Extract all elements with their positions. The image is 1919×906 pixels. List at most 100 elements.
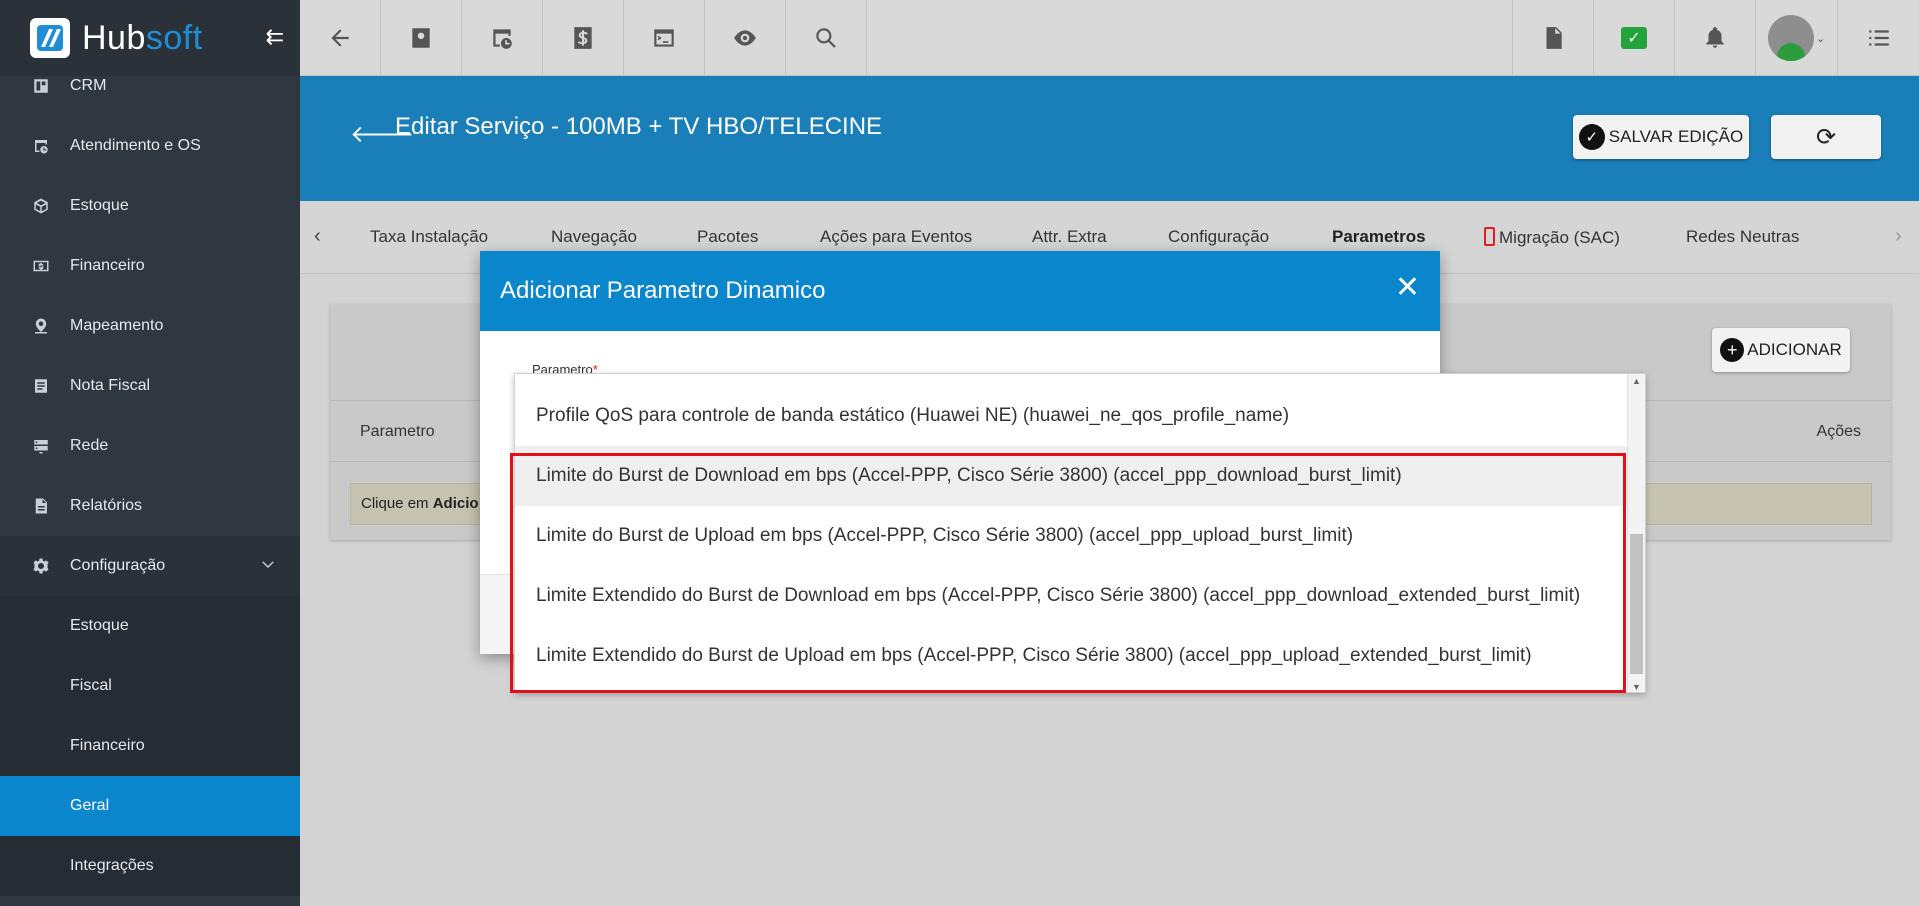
- box-icon: [30, 195, 52, 217]
- bell-icon: [1706, 27, 1724, 48]
- back-button[interactable]: [300, 0, 381, 76]
- tasks-button[interactable]: ✓: [1594, 0, 1675, 76]
- sidebar-item-label: Integrações: [70, 857, 154, 874]
- tab-attr-extra[interactable]: Attr. Extra: [1032, 227, 1107, 247]
- contacts-button[interactable]: [381, 0, 462, 76]
- dollar-icon: [574, 27, 592, 49]
- toolbar-spacer: [867, 0, 1513, 75]
- add-button[interactable]: + ADICIONAR: [1712, 328, 1850, 372]
- sidebar-item-label: Mapeamento: [70, 317, 164, 334]
- sidebar-item-rede[interactable]: Rede: [0, 416, 300, 476]
- menu-list-button[interactable]: [1838, 0, 1919, 76]
- sidebar-item-label: CRM: [70, 77, 107, 94]
- sidebar-item-estoque[interactable]: Estoque: [0, 176, 300, 236]
- search-button[interactable]: [786, 0, 867, 76]
- save-button[interactable]: ✓ SALVAR EDIÇÃO: [1573, 115, 1749, 159]
- column-header-parametro: Parametro: [360, 423, 435, 440]
- sidebar-item-label: Financeiro: [70, 257, 145, 274]
- page-title: Editar Serviço - 100MB + TV HBO/TELECINE: [395, 113, 883, 140]
- dropdown-option[interactable]: Limite Extendido do Burst de Download em…: [515, 566, 1628, 626]
- pdf-icon: [1546, 27, 1562, 49]
- calendar-clock-icon: [30, 135, 52, 157]
- sidebar-item-label: Fiscal: [70, 677, 112, 694]
- tab-configuracao[interactable]: Configuração: [1168, 227, 1269, 247]
- sidebar-item-label: Rede: [70, 437, 109, 454]
- sidebar-item-label: Geral: [70, 797, 110, 814]
- sidebar-item-label: Relatórios: [70, 497, 143, 514]
- dropdown-scrollbar[interactable]: ▲ ▼: [1627, 374, 1645, 692]
- tab-pacotes[interactable]: Pacotes: [697, 227, 758, 247]
- finance-button[interactable]: [543, 0, 624, 76]
- sidebar-item-atendimento[interactable]: Atendimento e OS: [0, 116, 300, 176]
- top-toolbar: ✓ ⌄: [300, 0, 1919, 76]
- gear-icon: [30, 555, 52, 577]
- chevron-left-icon[interactable]: ‹: [314, 225, 321, 248]
- dropdown-option[interactable]: Limite Extendido do Burst de Upload em b…: [515, 626, 1628, 686]
- sidebar-item-nota-fiscal[interactable]: Nota Fiscal: [0, 356, 300, 416]
- sidebar-item-label: Financeiro: [70, 737, 145, 754]
- sidebar-item-crm[interactable]: CRM: [0, 56, 300, 116]
- tab-navegacao[interactable]: Navegação: [551, 227, 637, 247]
- tab-migracao-sac[interactable]: Migração (SAC): [1484, 227, 1620, 248]
- scroll-down-icon[interactable]: ▼: [1632, 682, 1641, 692]
- view-button[interactable]: [705, 0, 786, 76]
- tab-acoes-eventos[interactable]: Ações para Eventos: [820, 227, 972, 247]
- check-circle-icon: ✓: [1578, 124, 1605, 150]
- plus-circle-icon: +: [1720, 338, 1745, 362]
- save-button-label: SALVAR EDIÇÃO: [1608, 127, 1744, 146]
- tab-label: Migração (SAC): [1499, 228, 1620, 247]
- sidebar-subitem-geral[interactable]: Geral: [0, 776, 300, 836]
- collapse-sidebar-icon[interactable]: ⇇: [266, 24, 284, 50]
- server-icon: [30, 435, 52, 457]
- modal-header: Adicionar Parametro Dinamico ✕: [480, 251, 1440, 331]
- sidebar-item-label: Estoque: [70, 617, 129, 634]
- search-icon: [816, 28, 836, 48]
- user-menu-button[interactable]: ⌄: [1756, 0, 1838, 76]
- sidebar-item-mapeamento[interactable]: Mapeamento: [0, 296, 300, 356]
- receipt-icon: [30, 375, 52, 397]
- contact-card-icon: [412, 28, 430, 48]
- tab-redes-neutras[interactable]: Redes Neutras: [1686, 227, 1799, 247]
- scroll-up-icon[interactable]: ▲: [1632, 376, 1641, 386]
- pdf-button[interactable]: [1513, 0, 1594, 76]
- chevron-down-icon: ⌄: [1815, 32, 1826, 45]
- sidebar-item-label: Atendimento e OS: [70, 137, 201, 154]
- terminal-button[interactable]: [624, 0, 705, 76]
- page-header: 🡐 Editar Serviço - 100MB + TV HBO/TELECI…: [300, 76, 1919, 201]
- tab-parametros[interactable]: Parametros: [1332, 227, 1426, 247]
- map-pin-icon: [30, 315, 52, 337]
- dropdown-option[interactable]: Limite do Burst de Download em bps (Acce…: [515, 446, 1628, 506]
- sidebar-item-label: Nota Fiscal: [70, 377, 151, 394]
- sidebar-subitem-estoque[interactable]: Estoque: [0, 596, 300, 656]
- brand-name: Hubsoft: [82, 18, 203, 57]
- add-button-label: ADICIONAR: [1747, 340, 1842, 359]
- arrow-left-icon: [331, 29, 349, 47]
- crm-icon: [30, 75, 52, 97]
- sidebar-subitem-financeiro[interactable]: Financeiro: [0, 716, 300, 776]
- scrollbar-thumb[interactable]: [1630, 534, 1643, 674]
- sidebar-subitem-fiscal[interactable]: Fiscal: [0, 656, 300, 716]
- sidebar-item-label: Estoque: [70, 197, 129, 214]
- chevron-down-icon: [260, 556, 276, 572]
- sidebar-subitem-integracoes[interactable]: Integrações: [0, 836, 300, 896]
- notifications-button[interactable]: [1675, 0, 1756, 76]
- dropdown-option[interactable]: Limite do Burst de Upload em bps (Accel-…: [515, 506, 1628, 566]
- chevron-right-icon[interactable]: ›: [1895, 225, 1902, 248]
- sidebar-item-configuracao[interactable]: Configuração: [0, 536, 300, 596]
- list-icon: [1868, 30, 1889, 46]
- schedule-button[interactable]: [462, 0, 543, 76]
- sidebar-item-relatorios[interactable]: Relatórios: [0, 476, 300, 536]
- close-icon[interactable]: ✕: [1395, 273, 1420, 303]
- dropdown-option[interactable]: Profile QoS para controle de banda estát…: [515, 386, 1628, 446]
- hubsoft-logo[interactable]: [30, 18, 70, 58]
- parameter-dropdown[interactable]: Profile QoS para controle de banda estát…: [514, 373, 1646, 693]
- eye-icon: [734, 30, 756, 46]
- sidebar-item-financeiro[interactable]: Financeiro: [0, 236, 300, 296]
- tab-taxa-instalacao[interactable]: Taxa Instalação: [370, 227, 488, 247]
- refresh-button[interactable]: ⟳: [1771, 115, 1881, 159]
- sidebar: Hubsoft ⇇ CRM Atendimento e OS Estoque F…: [0, 0, 300, 906]
- sidebar-item-label: Configuração: [70, 557, 166, 574]
- money-icon: [30, 255, 52, 277]
- terminal-icon: [654, 29, 674, 47]
- modal-title: Adicionar Parametro Dinamico: [500, 277, 826, 304]
